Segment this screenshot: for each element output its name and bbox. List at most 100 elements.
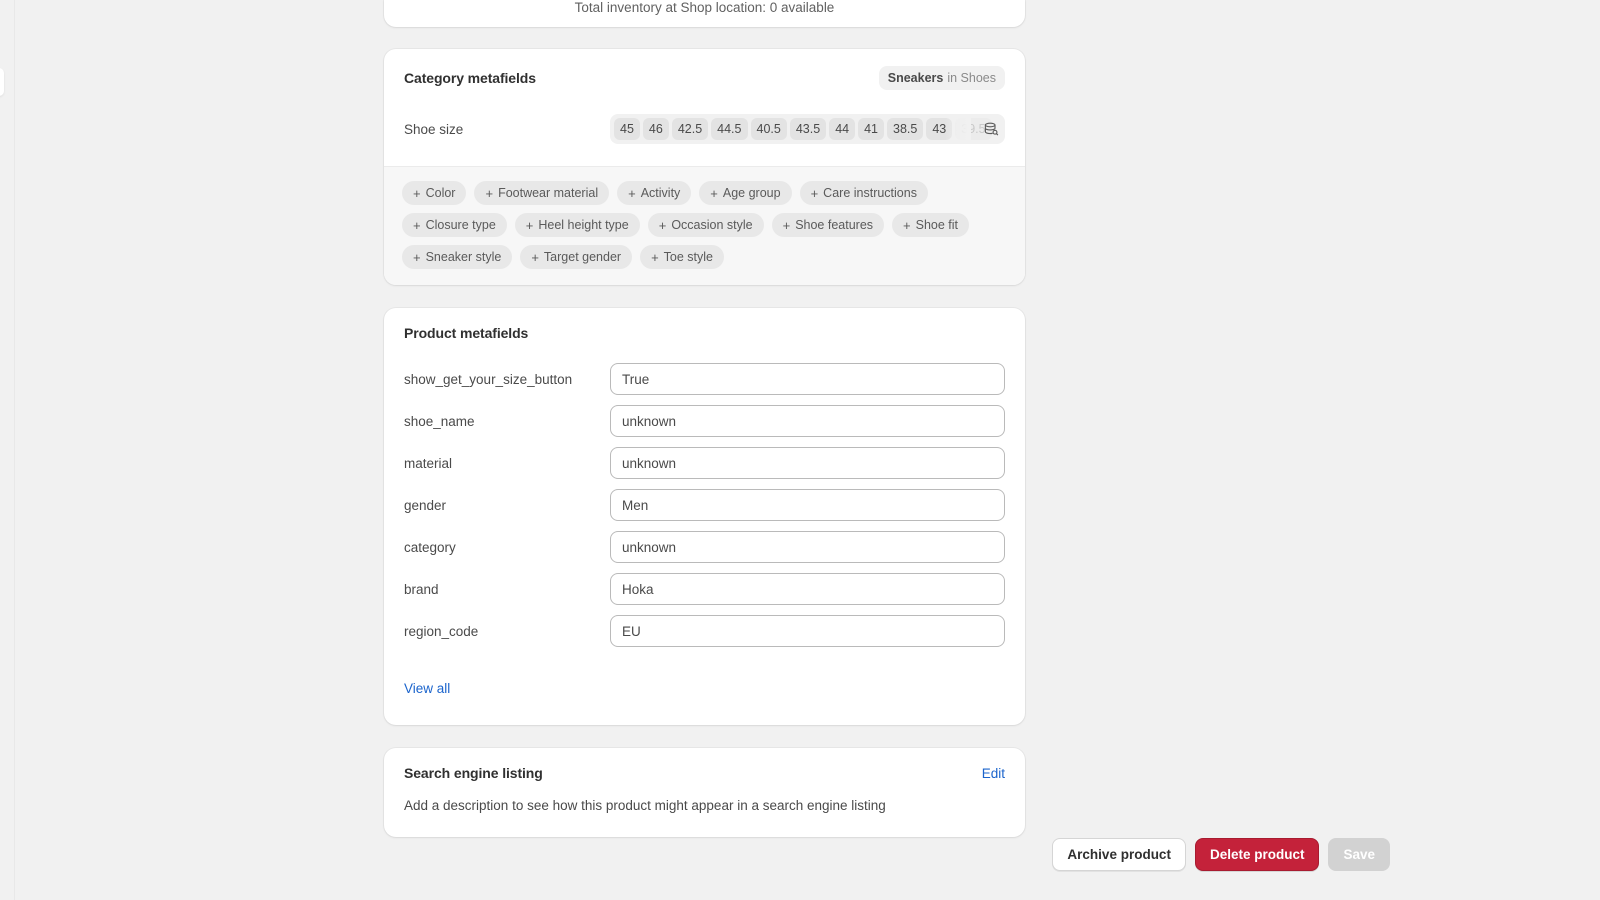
metafield-label: show_get_your_size_button (404, 371, 573, 387)
inventory-summary-card: Total inventory at Shop location: 0 avai… (384, 0, 1025, 27)
add-metafield-chip-label: Age group (722, 186, 781, 200)
plus-icon: + (658, 217, 667, 233)
plus-icon: + (782, 217, 791, 233)
plus-icon: + (810, 185, 819, 201)
search-engine-listing-edit-link[interactable]: Edit (982, 766, 1005, 781)
add-metafield-chip[interactable]: + Toe style (640, 245, 724, 269)
add-metafield-chip[interactable]: + Activity (617, 181, 692, 205)
shoe-size-chip[interactable]: 41 (858, 118, 884, 140)
add-metafield-chip-label: Closure type (425, 218, 496, 232)
shoe-size-chip[interactable]: 45 (614, 118, 640, 140)
taxonomy-badge[interactable]: Sneakers in Shoes (878, 66, 1005, 90)
shoe-size-chip-group: 45 46 42.5 44.5 40.5 43.5 44 41 38.5 43 39.5 (614, 118, 992, 140)
page-actions-bar: Archive product Delete product Save (0, 838, 1390, 871)
plus-icon: + (651, 249, 659, 265)
metafield-row: shoe_name (404, 405, 1005, 437)
search-engine-listing-card: Search engine listing Edit Add a descrip… (384, 748, 1025, 837)
add-metafield-chip-label: Activity (640, 186, 681, 200)
plus-icon: + (485, 185, 494, 201)
metafield-input[interactable] (610, 531, 1005, 563)
add-metafield-chip-label: Footwear material (498, 186, 599, 200)
add-metafield-chip[interactable]: + Shoe fit (892, 213, 970, 237)
add-metafield-chip[interactable]: + Sneaker style (402, 245, 513, 269)
add-metafield-chip[interactable]: + Footwear material (474, 181, 610, 205)
add-metafield-chip-label: Target gender (543, 250, 622, 264)
product-metafields-card: Product metafields show_get_your_size_bu… (384, 308, 1025, 725)
metafield-row: show_get_your_size_button (404, 363, 1005, 395)
plus-icon: + (413, 249, 421, 265)
metafield-label: gender (404, 497, 447, 513)
metafield-row: material (404, 447, 1005, 479)
metafield-label: shoe_name (404, 413, 475, 429)
add-metafield-chip[interactable]: + Heel height type (514, 213, 640, 237)
category-metafields-card: Category metafields Sneakers in Shoes Sh… (384, 49, 1025, 285)
metafield-label: category (404, 539, 456, 555)
shoe-size-chip[interactable]: 40.5 (750, 118, 787, 140)
plus-icon: + (531, 249, 539, 265)
product-metafields-field-list: show_get_your_size_button shoe_namemateri… (384, 341, 1025, 647)
add-metafield-chip-label: Occasion style (671, 218, 753, 232)
shoe-size-chip[interactable]: 43.5 (789, 118, 827, 140)
shoe-size-chip[interactable]: 44.5 (711, 118, 748, 140)
shoe-size-chip[interactable]: 38.5 (887, 118, 924, 140)
add-metafield-chip-label: Shoe fit (915, 218, 959, 232)
metafield-input[interactable] (610, 489, 1005, 521)
metafield-row: category (404, 531, 1005, 563)
save-button[interactable]: Save (1328, 838, 1390, 871)
archive-product-button[interactable]: Archive product (1052, 838, 1186, 871)
add-metafield-chip[interactable]: + Occasion style (647, 213, 764, 237)
plus-icon: + (710, 185, 718, 201)
metafield-row: region_code (404, 615, 1005, 647)
plus-icon: + (628, 185, 636, 201)
add-metafield-chip-label: Shoe features (795, 218, 874, 232)
view-all-metafields-link[interactable]: View all (404, 681, 450, 696)
search-engine-listing-header: Search engine listing Edit (404, 765, 1005, 781)
add-metafield-chip-label: Care instructions (823, 186, 917, 200)
add-metafield-chip[interactable]: + Shoe features (771, 213, 885, 237)
inventory-summary-text: Total inventory at Shop location: 0 avai… (574, 0, 835, 15)
search-engine-listing-description: Add a description to see how this produc… (404, 798, 886, 813)
metafield-label: region_code (404, 623, 479, 639)
metafield-row: gender (404, 489, 1005, 521)
metafield-input[interactable] (610, 615, 1005, 647)
shoe-size-field-row: Shoe size 45 46 42.5 44.5 40.5 43.5 44 41 38.5 43… (384, 90, 1025, 166)
metafield-row: brand (404, 573, 1005, 605)
metafield-input[interactable] (610, 405, 1005, 437)
product-metafields-title: Product metafields (404, 325, 529, 341)
delete-product-button[interactable]: Delete product (1194, 838, 1320, 871)
add-metafield-chip[interactable]: + Target gender (520, 245, 633, 269)
taxonomy-category-parent: in Shoes (947, 71, 996, 85)
main-content-column: Total inventory at Shop location: 0 avai… (384, 0, 1025, 837)
plus-icon: + (525, 217, 534, 233)
shoe-size-chip[interactable]: 42.5 (671, 118, 709, 140)
metafield-input[interactable] (610, 573, 1005, 605)
metafield-list-icon[interactable] (983, 114, 999, 144)
add-metafield-chip[interactable]: + Color (402, 181, 467, 205)
add-metafield-chip-label: Toe style (663, 250, 713, 264)
category-metafields-title: Category metafields (404, 70, 536, 86)
add-metafield-chip[interactable]: + Closure type (402, 213, 507, 237)
metafield-input[interactable] (610, 363, 1005, 395)
add-metafield-chip-label: Sneaker style (425, 250, 502, 264)
plus-icon: + (413, 185, 421, 201)
product-metafields-header: Product metafields (384, 308, 1025, 341)
metafield-input[interactable] (610, 447, 1005, 479)
shoe-size-chip-bar[interactable]: 45 46 42.5 44.5 40.5 43.5 44 41 38.5 43 39.5 (610, 114, 1005, 144)
add-metafield-chip-label: Color (425, 186, 456, 200)
category-metafields-header: Category metafields Sneakers in Shoes (384, 49, 1025, 90)
shoe-size-chip[interactable]: 46 (642, 118, 669, 140)
search-engine-listing-title: Search engine listing (404, 765, 543, 781)
sidebar-drawer-handle[interactable] (0, 68, 4, 96)
plus-icon: + (903, 217, 911, 233)
plus-icon: + (413, 217, 421, 233)
shoe-size-chip[interactable]: 44 (829, 118, 856, 140)
metafield-label: material (404, 455, 453, 471)
add-metafield-chip[interactable]: + Age group (699, 181, 792, 205)
taxonomy-category-name: Sneakers (887, 71, 944, 85)
add-metafield-chip[interactable]: + Care instructions (799, 181, 928, 205)
add-metafield-chip-label: Heel height type (538, 218, 629, 232)
metafield-label: brand (404, 581, 439, 597)
shoe-size-chip[interactable]: 43 (926, 118, 953, 140)
shoe-size-label: Shoe size (404, 121, 464, 137)
add-metafield-chip-tray: + Color + Footwear material + Activity + Age gr… (384, 167, 1025, 285)
